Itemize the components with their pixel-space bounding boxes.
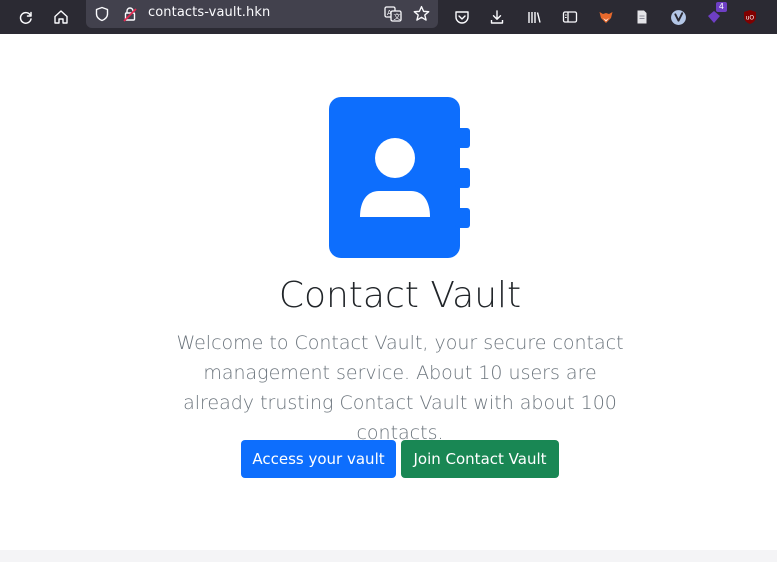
pocket-icon	[455, 11, 469, 24]
join-vault-button[interactable]: Join Contact Vault	[401, 440, 559, 478]
wappalyzer-icon	[670, 9, 686, 25]
bookmark-star-icon[interactable]	[413, 5, 430, 26]
reload-button[interactable]	[12, 4, 40, 30]
shield-icon[interactable]	[94, 6, 110, 26]
sidebar-button[interactable]	[556, 4, 584, 30]
document-icon	[637, 10, 647, 24]
download-icon	[490, 10, 504, 24]
home-button[interactable]	[47, 4, 75, 30]
sidebar-icon	[562, 11, 578, 23]
svg-text:A: A	[387, 9, 392, 17]
access-vault-button[interactable]: Access your vault	[241, 440, 396, 478]
translate-icon[interactable]: A 文	[384, 5, 402, 27]
page-title: Contact Vault	[278, 275, 522, 316]
extension-badge-count: 4	[715, 2, 727, 12]
library-button[interactable]	[520, 4, 548, 30]
hackbar-extension-button[interactable]: 4	[700, 2, 728, 30]
ublock-origin-button[interactable]: uO	[736, 4, 764, 30]
footer	[0, 550, 777, 562]
svg-text:文: 文	[394, 12, 401, 21]
downloads-button[interactable]	[483, 4, 511, 30]
foxyproxy-extension-button[interactable]	[592, 4, 620, 30]
page-extension-button[interactable]	[628, 4, 656, 30]
reload-icon	[19, 11, 32, 24]
fox-icon	[599, 12, 613, 23]
contact-book-icon	[329, 97, 471, 258]
browser-toolbar: contacts-vault.hkn A 文 4 uO	[0, 0, 777, 34]
welcome-text: Welcome to Contact Vault, your secure co…	[176, 332, 624, 444]
ublock-icon: uO	[744, 10, 756, 24]
url-text[interactable]: contacts-vault.hkn	[148, 5, 270, 20]
library-icon	[528, 12, 541, 23]
wappalyzer-extension-button[interactable]	[664, 4, 692, 30]
url-bar[interactable]: contacts-vault.hkn A 文	[86, 0, 438, 28]
pocket-button[interactable]	[448, 4, 476, 30]
insecure-lock-icon[interactable]	[122, 6, 138, 26]
home-icon	[54, 10, 68, 24]
svg-text:uO: uO	[746, 15, 755, 22]
